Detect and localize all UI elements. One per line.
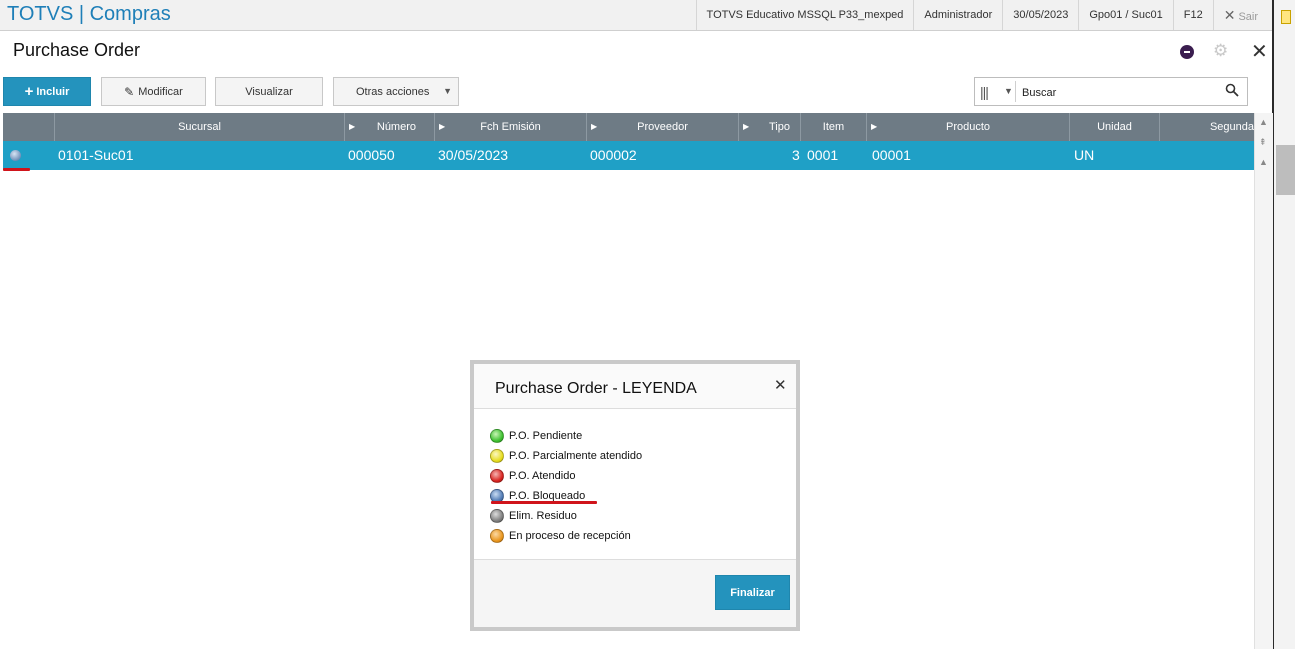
column-header-item[interactable]: Item <box>801 113 867 141</box>
finalizar-button[interactable]: Finalizar <box>715 575 790 610</box>
sort-icon: ▶ <box>871 122 878 131</box>
legend-item-pendiente: P.O. Pendiente <box>490 429 582 443</box>
highlight-underline <box>491 501 597 504</box>
status-column-header[interactable] <box>3 113 55 141</box>
incluir-label: Incluir <box>36 85 70 98</box>
yellow-status-icon <box>490 449 504 463</box>
visualizar-label: Visualizar <box>245 85 293 98</box>
column-label: Producto <box>945 121 991 133</box>
sort-icon: ▶ <box>349 122 356 131</box>
user-label[interactable]: Administrador <box>913 0 1002 30</box>
legend-label: P.O. Pendiente <box>509 430 583 442</box>
page-title: Purchase Order <box>13 40 141 60</box>
legend-label: P.O. Atendido <box>509 470 576 482</box>
cell-fecha: 30/05/2023 <box>438 147 509 163</box>
branch-label[interactable]: Gpo01 / Suc01 <box>1078 0 1172 30</box>
cell-item: 0001 <box>807 147 839 163</box>
purchase-order-grid: Sucursal ▶ Número ▶ Fch Emisión ▶ Proveedor… <box>3 113 1254 170</box>
modificar-button[interactable]: ✎ Modificar <box>101 77 206 106</box>
column-label: Número <box>376 121 416 133</box>
legend-label: P.O. Parcialmente atendido <box>509 450 643 462</box>
app-title: TOTVS | Compras <box>7 3 171 25</box>
table-row[interactable]: 0101-Suc01 000050 30/05/2023 000002 3 00… <box>3 141 1254 170</box>
sort-icon: ▶ <box>439 122 446 131</box>
chevron-down-icon[interactable]: ▼ <box>1004 86 1013 96</box>
minus-circle-icon[interactable] <box>1180 45 1194 59</box>
legend-label: En proceso de recepción <box>509 530 631 542</box>
right-side-strip <box>1272 0 1295 649</box>
legend-item-recepcion: En proceso de recepción <box>490 529 631 543</box>
sort-icon: ▶ <box>743 122 750 131</box>
otras-acciones-label: Otras acciones <box>356 85 430 98</box>
pencil-icon: ✎ <box>124 84 135 99</box>
scrollbar-thumb[interactable] <box>1276 145 1295 195</box>
exit-label: Sair <box>1238 11 1258 23</box>
grid-vertical-scrollbar[interactable]: ▲ ⇞ ▲ <box>1254 113 1273 649</box>
close-icon[interactable]: ✕ <box>774 376 787 394</box>
column-header-fecha[interactable]: ▶ Fch Emisión <box>435 113 587 141</box>
columns-icon[interactable]: ||| <box>980 84 989 100</box>
red-status-icon <box>490 469 504 483</box>
column-header-proveedor[interactable]: ▶ Proveedor <box>587 113 739 141</box>
close-icon[interactable]: ✕ <box>1251 39 1268 64</box>
green-status-icon <box>490 429 504 443</box>
column-header-unidad[interactable]: Unidad <box>1070 113 1160 141</box>
gray-status-icon <box>490 509 504 523</box>
folder-icon[interactable] <box>1281 10 1291 24</box>
legend-item-atendido: P.O. Atendido <box>490 469 575 483</box>
cell-producto: 00001 <box>872 147 911 163</box>
exit-button[interactable]: ✕ Sair <box>1212 0 1272 30</box>
status-blocked-icon[interactable] <box>10 150 21 161</box>
cell-tipo: 3 <box>792 147 800 163</box>
search-input[interactable] <box>1020 82 1214 103</box>
search-box: ||| ▼ <box>974 77 1248 106</box>
cell-sucursal: 0101-Suc01 <box>58 147 134 163</box>
column-header-segunda[interactable]: Segunda <box>1160 113 1254 141</box>
gear-icon[interactable]: ⚙ <box>1213 41 1228 61</box>
incluir-button[interactable]: + Incluir <box>3 77 91 106</box>
column-label: Fch Emisión <box>480 121 541 133</box>
modificar-label: Modificar <box>138 85 183 98</box>
column-label: Tipo <box>769 121 790 133</box>
legend-dialog: Purchase Order - LEYENDA ✕ P.O. Pendient… <box>470 360 800 631</box>
dialog-header: Purchase Order - LEYENDA ✕ <box>474 364 796 409</box>
legend-label: Elim. Residuo <box>509 510 577 522</box>
search-icon[interactable] <box>1225 83 1239 97</box>
date-label[interactable]: 30/05/2023 <box>1002 0 1078 30</box>
orange-status-icon <box>490 529 504 543</box>
visualizar-button[interactable]: Visualizar <box>215 77 323 106</box>
plus-icon: + <box>24 83 34 100</box>
column-header-producto[interactable]: ▶ Producto <box>867 113 1070 141</box>
legend-item-parcial: P.O. Parcialmente atendido <box>490 449 642 463</box>
column-header-numero[interactable]: ▶ Número <box>345 113 435 141</box>
highlight-underline <box>3 168 30 171</box>
dialog-body: P.O. Pendiente P.O. Parcialmente atendid… <box>474 409 796 560</box>
column-header-sucursal[interactable]: Sucursal <box>55 113 345 141</box>
cell-proveedor: 000002 <box>590 147 637 163</box>
cell-numero: 000050 <box>348 147 395 163</box>
scroll-top-icon[interactable]: ▲ <box>1259 117 1268 127</box>
sort-icon: ▶ <box>591 122 598 131</box>
column-label: Proveedor <box>637 121 688 133</box>
top-bar: TOTVS | Compras TOTVS Educativo MSSQL P3… <box>0 0 1272 31</box>
legend-item-residuo: Elim. Residuo <box>490 509 577 523</box>
help-key-button[interactable]: F12 <box>1172 0 1213 30</box>
cell-unidad: UN <box>1074 147 1095 163</box>
scroll-up-icon[interactable]: ▲ <box>1259 157 1268 167</box>
grid-header: Sucursal ▶ Número ▶ Fch Emisión ▶ Proveedor… <box>3 113 1254 141</box>
divider <box>1015 81 1016 102</box>
close-icon: ✕ <box>1223 7 1236 23</box>
dialog-title: Purchase Order - LEYENDA <box>495 380 697 397</box>
session-info: TOTVS Educativo MSSQL P33_mexped Adminis… <box>695 0 1272 30</box>
otras-acciones-button[interactable]: Otras acciones ▼ <box>333 77 459 106</box>
chevron-down-icon: ▼ <box>443 86 452 96</box>
column-header-tipo[interactable]: ▶ Tipo <box>739 113 801 141</box>
scroll-page-up-icon[interactable]: ⇞ <box>1259 137 1267 148</box>
environment-label[interactable]: TOTVS Educativo MSSQL P33_mexped <box>695 0 914 30</box>
